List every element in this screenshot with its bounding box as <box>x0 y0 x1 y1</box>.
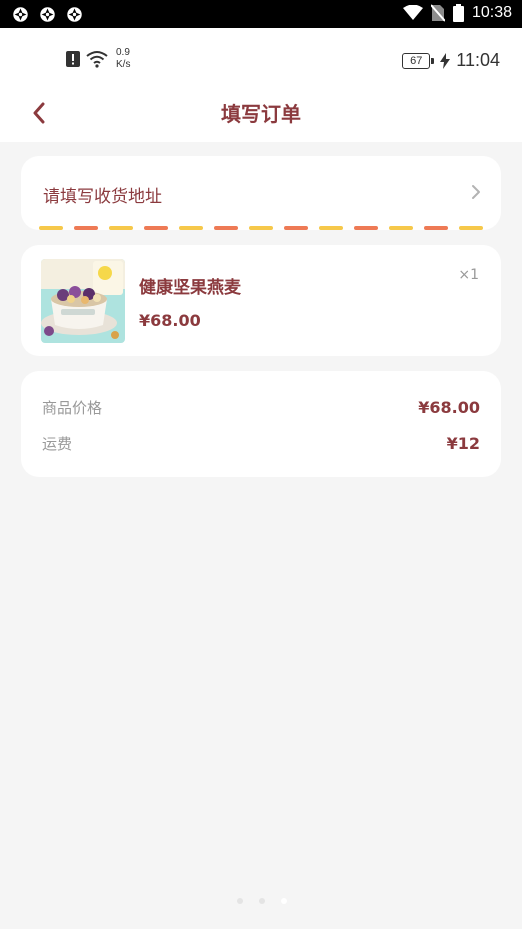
product-image <box>41 259 125 343</box>
stripe-segment <box>319 226 343 230</box>
product-card: 健康坚果燕麦 ¥68.00 ×1 <box>21 245 501 356</box>
app-clock: 11:04 <box>456 50 500 70</box>
page-dot <box>237 898 243 904</box>
network-speed: 0.9 K/s <box>116 47 130 71</box>
system-time: 10:38 <box>471 4 512 21</box>
stripe-segment <box>424 226 448 230</box>
wifi-signal-icon <box>86 51 108 68</box>
stripe-segment <box>179 226 203 230</box>
chevron-right-icon <box>472 185 480 199</box>
summary-label: 运费 <box>42 435 73 453</box>
stripe-segment <box>389 226 413 230</box>
notification-icons <box>12 6 83 23</box>
battery-icon <box>452 4 464 22</box>
no-sim-icon <box>430 4 445 22</box>
alert-icon <box>66 51 80 67</box>
battery-level-icon: 67 <box>402 52 435 69</box>
stripe-segment <box>284 226 308 230</box>
app-status-strip: 0.9 K/s 67 11:04 <box>0 28 522 88</box>
stripe-segment <box>74 226 98 230</box>
stripe-segment <box>354 226 378 230</box>
stripe-segment <box>249 226 273 230</box>
page-title: 填写订单 <box>221 102 301 126</box>
system-status-bar: 10:38 <box>0 0 522 28</box>
summary-value: ¥68.00 <box>418 398 480 417</box>
battery-level: 67 <box>410 54 423 67</box>
nav-bar: 填写订单 <box>0 88 522 142</box>
product-name: 健康坚果燕麦 <box>139 278 241 298</box>
app-notification-icon <box>67 7 82 22</box>
app-notification-icon <box>13 7 28 22</box>
network-speed-unit: K/s <box>116 59 131 70</box>
charging-bolt-icon <box>440 52 451 69</box>
summary-value: ¥12 <box>446 434 480 453</box>
summary-row-goods-price: 商品价格 ¥68.00 <box>42 397 480 418</box>
network-speed-value: 0.9 <box>116 47 130 58</box>
product-price: ¥68.00 <box>139 311 201 330</box>
address-card[interactable]: 请填写收货地址 <box>21 156 501 230</box>
stripe-segment <box>144 226 168 230</box>
product-quantity: ×1 <box>458 267 479 283</box>
wifi-icon <box>402 5 423 20</box>
stripe-segment <box>459 226 483 230</box>
address-placeholder: 请填写收货地址 <box>43 187 162 207</box>
stripe-segment <box>214 226 238 230</box>
price-summary-card: 商品价格 ¥68.00 运费 ¥12 <box>21 371 501 477</box>
app-notification-icon <box>40 7 55 22</box>
stripe-segment <box>109 226 133 230</box>
summary-label: 商品价格 <box>42 399 103 417</box>
page-indicator <box>237 898 287 904</box>
page-dot <box>281 898 287 904</box>
summary-row-shipping: 运费 ¥12 <box>42 433 480 454</box>
page-dot <box>259 898 265 904</box>
address-stripe-border <box>39 226 483 230</box>
stripe-segment <box>39 226 63 230</box>
